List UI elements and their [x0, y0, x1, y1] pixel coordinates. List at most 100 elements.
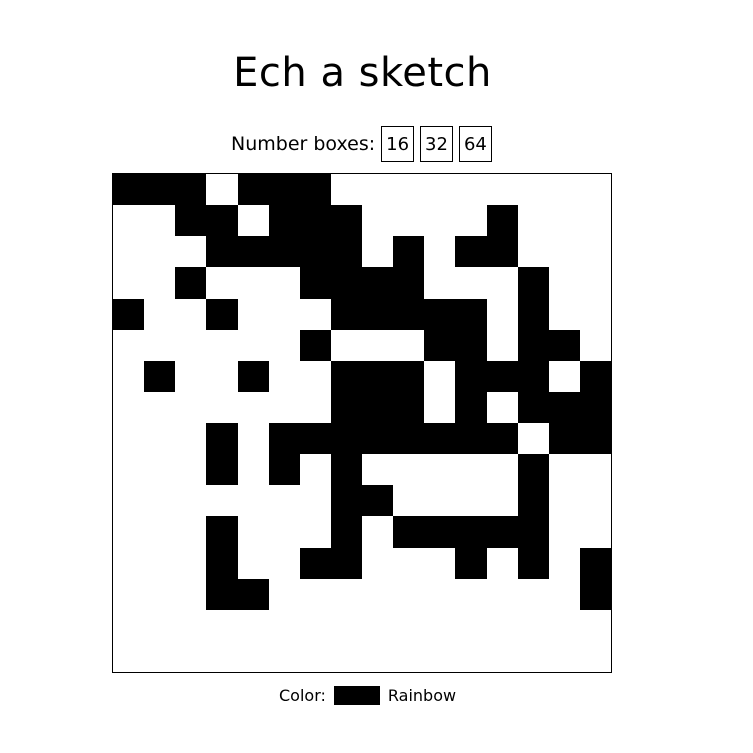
grid-cell[interactable]	[175, 174, 207, 206]
grid-cell[interactable]	[362, 391, 394, 423]
grid-cell[interactable]	[113, 547, 145, 579]
grid-cell[interactable]	[299, 174, 331, 206]
grid-cell[interactable]	[424, 640, 456, 672]
color-picker[interactable]	[333, 686, 380, 705]
grid-cell[interactable]	[393, 609, 425, 641]
grid-cell[interactable]	[517, 454, 549, 486]
grid-cell[interactable]	[206, 329, 238, 361]
grid-cell[interactable]	[517, 609, 549, 641]
grid-cell[interactable]	[144, 485, 176, 517]
grid-cell[interactable]	[393, 485, 425, 517]
grid-cell[interactable]	[424, 423, 456, 455]
grid-cell[interactable]	[362, 516, 394, 548]
grid-cell[interactable]	[548, 174, 580, 206]
grid-cell[interactable]	[113, 236, 145, 268]
grid-cell[interactable]	[330, 391, 362, 423]
grid-cell[interactable]	[362, 485, 394, 517]
grid-cell[interactable]	[144, 329, 176, 361]
grid-cell[interactable]	[299, 267, 331, 299]
grid-cell[interactable]	[206, 267, 238, 299]
grid-cell[interactable]	[175, 360, 207, 392]
grid-cell[interactable]	[144, 516, 176, 548]
grid-cell[interactable]	[579, 609, 611, 641]
grid-cell[interactable]	[486, 329, 518, 361]
grid-cell[interactable]	[362, 360, 394, 392]
grid-cell[interactable]	[393, 174, 425, 206]
grid-cell[interactable]	[424, 547, 456, 579]
grid-cell[interactable]	[424, 236, 456, 268]
grid-cell[interactable]	[455, 454, 487, 486]
grid-cell[interactable]	[362, 578, 394, 610]
grid-cell[interactable]	[486, 174, 518, 206]
grid-cell[interactable]	[362, 454, 394, 486]
size-32-button[interactable]: 32	[420, 126, 453, 162]
grid-cell[interactable]	[455, 236, 487, 268]
grid-cell[interactable]	[517, 298, 549, 330]
grid-cell[interactable]	[548, 267, 580, 299]
grid-cell[interactable]	[175, 391, 207, 423]
grid-cell[interactable]	[486, 485, 518, 517]
grid-cell[interactable]	[330, 640, 362, 672]
grid-cell[interactable]	[455, 609, 487, 641]
grid-cell[interactable]	[144, 454, 176, 486]
grid-cell[interactable]	[268, 236, 300, 268]
grid-cell[interactable]	[393, 423, 425, 455]
grid-cell[interactable]	[424, 298, 456, 330]
grid-cell[interactable]	[299, 423, 331, 455]
grid-cell[interactable]	[268, 298, 300, 330]
grid-cell[interactable]	[486, 360, 518, 392]
grid-cell[interactable]	[393, 547, 425, 579]
grid-cell[interactable]	[237, 174, 269, 206]
grid-cell[interactable]	[579, 391, 611, 423]
grid-cell[interactable]	[144, 547, 176, 579]
grid-cell[interactable]	[175, 454, 207, 486]
grid-cell[interactable]	[113, 640, 145, 672]
grid-cell[interactable]	[268, 578, 300, 610]
grid-cell[interactable]	[579, 205, 611, 237]
grid-cell[interactable]	[330, 360, 362, 392]
grid-cell[interactable]	[113, 485, 145, 517]
grid-cell[interactable]	[393, 298, 425, 330]
grid-cell[interactable]	[362, 174, 394, 206]
grid-cell[interactable]	[175, 547, 207, 579]
grid-cell[interactable]	[268, 329, 300, 361]
grid-cell[interactable]	[144, 298, 176, 330]
grid-cell[interactable]	[393, 267, 425, 299]
grid-cell[interactable]	[237, 609, 269, 641]
grid-cell[interactable]	[237, 329, 269, 361]
grid-cell[interactable]	[113, 516, 145, 548]
grid-cell[interactable]	[486, 547, 518, 579]
grid-cell[interactable]	[455, 423, 487, 455]
grid-cell[interactable]	[393, 329, 425, 361]
grid-cell[interactable]	[206, 454, 238, 486]
grid-cell[interactable]	[517, 236, 549, 268]
grid-cell[interactable]	[144, 391, 176, 423]
grid-cell[interactable]	[393, 205, 425, 237]
grid-cell[interactable]	[393, 236, 425, 268]
grid-cell[interactable]	[113, 391, 145, 423]
grid-cell[interactable]	[579, 578, 611, 610]
grid-cell[interactable]	[299, 454, 331, 486]
grid-cell[interactable]	[237, 360, 269, 392]
grid-cell[interactable]	[455, 578, 487, 610]
grid-cell[interactable]	[424, 516, 456, 548]
grid-cell[interactable]	[237, 640, 269, 672]
grid-cell[interactable]	[299, 329, 331, 361]
grid-cell[interactable]	[206, 174, 238, 206]
grid-cell[interactable]	[299, 298, 331, 330]
grid-cell[interactable]	[175, 640, 207, 672]
grid-cell[interactable]	[362, 423, 394, 455]
grid-cell[interactable]	[486, 454, 518, 486]
grid-cell[interactable]	[486, 267, 518, 299]
grid-cell[interactable]	[393, 578, 425, 610]
size-16-button[interactable]: 16	[381, 126, 415, 162]
grid-cell[interactable]	[175, 578, 207, 610]
grid-cell[interactable]	[393, 360, 425, 392]
grid-cell[interactable]	[268, 360, 300, 392]
grid-cell[interactable]	[548, 391, 580, 423]
grid-cell[interactable]	[579, 329, 611, 361]
grid-cell[interactable]	[486, 609, 518, 641]
grid-cell[interactable]	[237, 391, 269, 423]
grid-cell[interactable]	[548, 360, 580, 392]
grid-cell[interactable]	[548, 640, 580, 672]
